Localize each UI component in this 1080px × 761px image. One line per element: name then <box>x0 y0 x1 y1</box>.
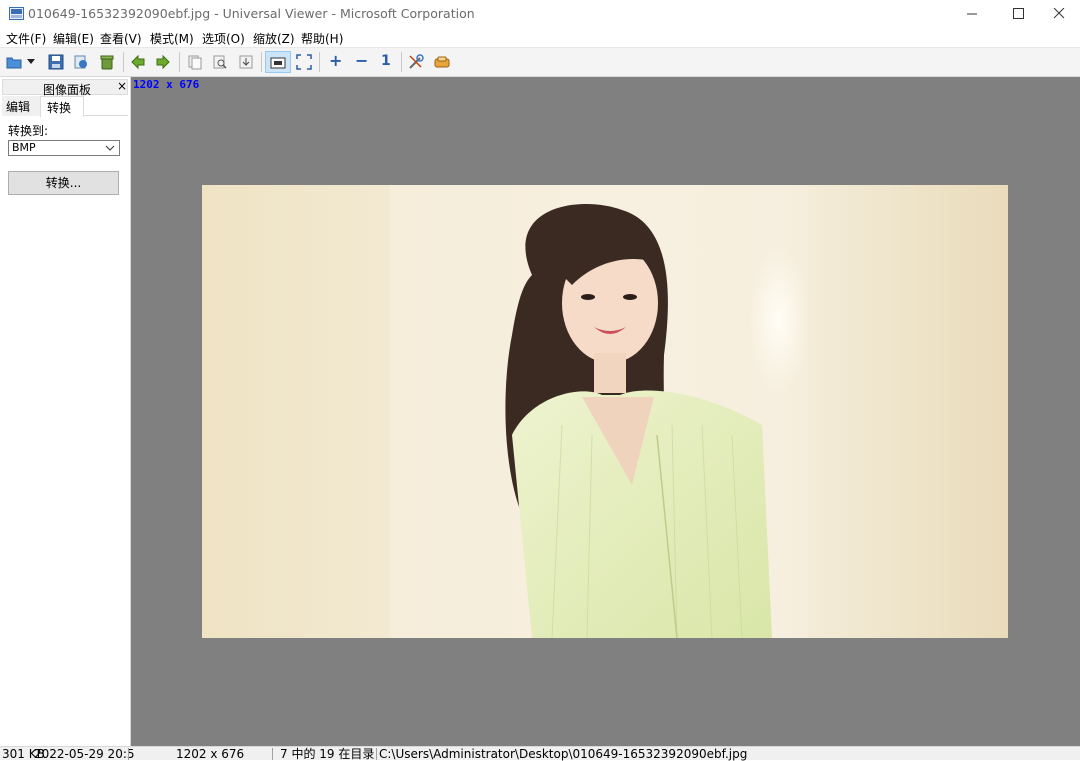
minimize-button[interactable] <box>949 0 995 28</box>
copy-button[interactable] <box>184 51 206 73</box>
find-button[interactable] <box>209 51 231 73</box>
zoom-out-button[interactable]: − <box>349 51 371 73</box>
displayed-photo <box>202 185 1008 638</box>
panel-header: 图像面板 × <box>2 79 128 97</box>
menu-view[interactable]: 查看(V) <box>100 30 142 47</box>
save-button[interactable] <box>45 51 67 73</box>
panel-close-icon[interactable]: × <box>117 79 127 93</box>
plugin-button[interactable] <box>431 51 453 73</box>
reload-icon <box>74 55 87 69</box>
convert-to-label: 转换到: <box>8 124 49 138</box>
open-folder-icon <box>6 57 22 69</box>
dropdown-arrow-icon <box>27 59 35 64</box>
format-select-value: BMP <box>12 141 36 154</box>
toolbar-separator <box>401 52 402 72</box>
next-arrow-icon <box>156 54 170 70</box>
open-button[interactable] <box>3 51 25 73</box>
format-select[interactable]: BMP <box>8 140 120 156</box>
toolbar-separator <box>261 52 262 72</box>
app-icon <box>9 7 24 20</box>
image-viewer[interactable]: 1202 x 676 <box>131 77 1080 746</box>
status-divider <box>128 748 129 760</box>
toolbar: + − 1 <box>0 47 1080 77</box>
menu-options[interactable]: 选项(O) <box>202 30 245 47</box>
close-button[interactable] <box>1036 0 1080 28</box>
status-index: 7 中的 19 在目录 <box>280 747 375 761</box>
previous-arrow-icon <box>131 54 145 70</box>
maximize-icon <box>1013 8 1024 19</box>
menu-bar: 文件(F) 编辑(E) 查看(V) 模式(M) 选项(O) 缩放(Z) 帮助(H… <box>0 28 1080 47</box>
open-dropdown-button[interactable] <box>24 51 38 73</box>
zoom-out-icon: − <box>355 51 369 70</box>
previous-button[interactable] <box>127 51 149 73</box>
panel-tabs: 编辑 转换 <box>2 96 128 117</box>
menu-help[interactable]: 帮助(H) <box>301 30 343 47</box>
title-bar: 010649-16532392090ebf.jpg - Universal Vi… <box>0 0 1080 29</box>
find-icon <box>213 55 227 69</box>
image-dimensions-overlay: 1202 x 676 <box>133 78 200 91</box>
copy-icon <box>188 55 202 70</box>
status-divider <box>272 748 273 760</box>
import-icon <box>239 55 253 69</box>
actual-size-button[interactable]: 1 <box>374 51 396 73</box>
maximize-button[interactable] <box>995 0 1041 28</box>
fit-window-icon <box>270 57 286 69</box>
window-title: 010649-16532392090ebf.jpg - Universal Vi… <box>28 6 475 21</box>
status-date: 2022-05-29 20:5 <box>34 747 135 761</box>
zoom-in-button[interactable]: + <box>323 51 345 73</box>
delete-button[interactable] <box>96 51 118 73</box>
toolbar-separator <box>179 52 180 72</box>
plugin-icon <box>434 56 450 68</box>
status-path: C:\Users\Administrator\Desktop\010649-16… <box>379 747 748 761</box>
menu-edit[interactable]: 编辑(E) <box>53 30 94 47</box>
fit-window-button[interactable] <box>265 51 291 73</box>
reload-button[interactable] <box>70 51 92 73</box>
import-button[interactable] <box>235 51 257 73</box>
fullscreen-button[interactable] <box>293 51 315 73</box>
next-button[interactable] <box>152 51 174 73</box>
image-panel: 图像面板 × 编辑 转换 转换到: BMP 转换... <box>0 77 131 746</box>
close-icon <box>1053 8 1065 19</box>
toolbar-separator <box>123 52 124 72</box>
actual-size-icon: 1 <box>381 53 391 69</box>
tab-convert[interactable]: 转换 <box>40 96 84 117</box>
convert-button[interactable]: 转换... <box>8 171 119 195</box>
tools-button[interactable] <box>405 51 427 73</box>
menu-file[interactable]: 文件(F) <box>6 30 46 47</box>
chevron-down-icon <box>105 145 115 151</box>
menu-zoom[interactable]: 缩放(Z) <box>253 30 295 47</box>
toolbar-separator <box>319 52 320 72</box>
trash-icon <box>100 55 114 70</box>
minimize-icon <box>967 13 977 15</box>
tab-edit[interactable]: 编辑 <box>2 96 40 116</box>
save-disk-icon <box>48 54 64 70</box>
status-divider <box>376 748 377 760</box>
zoom-in-icon: + <box>329 51 343 70</box>
status-bar: 301 KB 2022-05-29 20:5 1202 x 676 7 中的 1… <box>0 746 1080 761</box>
photo-image <box>202 185 1008 638</box>
fullscreen-icon <box>296 54 312 70</box>
menu-mode[interactable]: 模式(M) <box>150 30 194 47</box>
tools-icon <box>409 54 424 69</box>
status-dimensions: 1202 x 676 <box>176 747 245 761</box>
